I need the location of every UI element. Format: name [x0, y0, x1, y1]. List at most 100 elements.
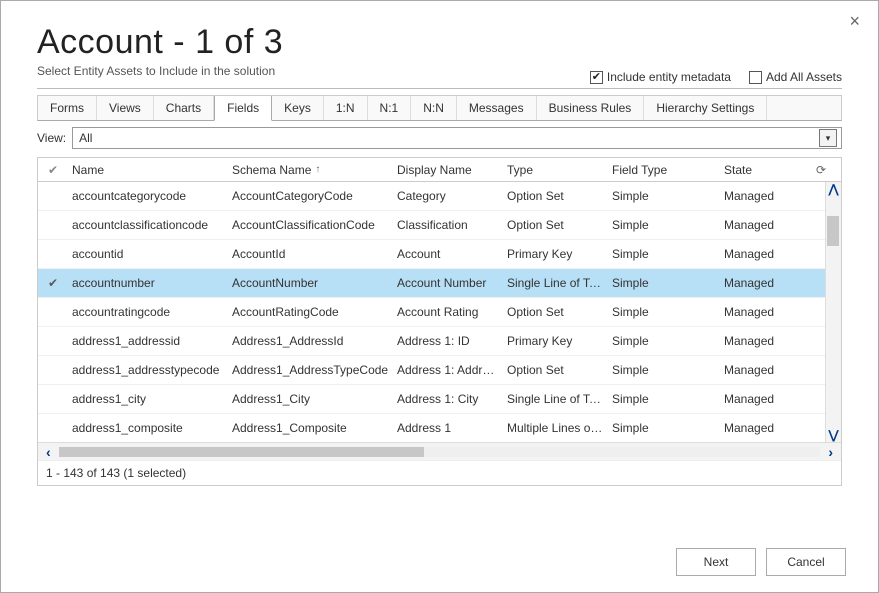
view-select[interactable]: All ▾	[72, 127, 842, 149]
cell-state: Managed	[720, 189, 800, 203]
cell-type: Option Set	[503, 189, 608, 203]
col-field-type[interactable]: Field Type	[608, 163, 720, 177]
vertical-scrollbar[interactable]: ⋀ ⋁	[825, 182, 841, 442]
add-all-assets-label: Add All Assets	[766, 70, 842, 84]
checkbox-icon	[590, 71, 603, 84]
sort-asc-icon: ↑	[315, 164, 320, 175]
cell-schema: Address1_AddressId	[228, 334, 393, 348]
include-metadata-label: Include entity metadata	[607, 70, 731, 84]
table-row[interactable]: accountclassificationcodeAccountClassifi…	[38, 211, 841, 240]
cell-field_type: Simple	[608, 189, 720, 203]
cell-display: Account	[393, 247, 503, 261]
cell-schema: Address1_City	[228, 392, 393, 406]
cell-field_type: Simple	[608, 305, 720, 319]
row-checkbox[interactable]: ✔	[38, 276, 68, 290]
col-schema[interactable]: Schema Name↑	[228, 163, 393, 177]
cell-state: Managed	[720, 421, 800, 435]
cell-display: Address 1: City	[393, 392, 503, 406]
cell-field_type: Simple	[608, 392, 720, 406]
cell-state: Managed	[720, 305, 800, 319]
table-row[interactable]: address1_compositeAddress1_CompositeAddr…	[38, 414, 841, 442]
tab-views[interactable]: Views	[97, 96, 154, 120]
cell-schema: AccountRatingCode	[228, 305, 393, 319]
scroll-up-icon[interactable]: ⋀	[827, 182, 841, 196]
cell-field_type: Simple	[608, 276, 720, 290]
tab-business-rules[interactable]: Business Rules	[537, 96, 645, 120]
include-metadata-checkbox[interactable]: Include entity metadata	[590, 70, 731, 84]
cell-display: Address 1	[393, 421, 503, 435]
cell-field_type: Simple	[608, 218, 720, 232]
scroll-thumb[interactable]	[827, 216, 839, 246]
tab-fields[interactable]: Fields	[214, 96, 272, 121]
table-row[interactable]: address1_addresstypecodeAddress1_Address…	[38, 356, 841, 385]
scroll-left-icon[interactable]: ‹	[46, 444, 51, 460]
col-display[interactable]: Display Name	[393, 163, 503, 177]
cell-state: Managed	[720, 276, 800, 290]
table-row[interactable]: accountratingcodeAccountRatingCodeAccoun…	[38, 298, 841, 327]
table-row[interactable]: address1_addressidAddress1_AddressIdAddr…	[38, 327, 841, 356]
cancel-button[interactable]: Cancel	[766, 548, 846, 576]
cell-type: Single Line of Text	[503, 392, 608, 406]
refresh-icon[interactable]: ⟳	[812, 163, 828, 177]
cell-name: accountid	[68, 247, 228, 261]
tab-1-n[interactable]: 1:N	[324, 96, 368, 120]
table-row[interactable]: address1_cityAddress1_CityAddress 1: Cit…	[38, 385, 841, 414]
cell-schema: AccountCategoryCode	[228, 189, 393, 203]
select-all-checkbox[interactable]: ✔	[38, 163, 68, 177]
cell-display: Classification	[393, 218, 503, 232]
tab-messages[interactable]: Messages	[457, 96, 537, 120]
cell-state: Managed	[720, 247, 800, 261]
tab-n-n[interactable]: N:N	[411, 96, 457, 120]
cell-type: Primary Key	[503, 334, 608, 348]
tab-n-1[interactable]: N:1	[368, 96, 412, 120]
page-title: Account - 1 of 3	[37, 23, 842, 62]
table-row[interactable]: accountidAccountIdAccountPrimary KeySimp…	[38, 240, 841, 269]
tab-charts[interactable]: Charts	[154, 96, 214, 120]
cell-display: Account Number	[393, 276, 503, 290]
cell-display: Address 1: ID	[393, 334, 503, 348]
cell-name: accountratingcode	[68, 305, 228, 319]
col-name[interactable]: Name	[68, 163, 228, 177]
checkbox-icon	[749, 71, 762, 84]
scroll-thumb[interactable]	[59, 447, 425, 457]
cell-name: address1_addresstypecode	[68, 363, 228, 377]
grid-body: accountcategorycodeAccountCategoryCodeCa…	[38, 182, 841, 442]
cell-field_type: Simple	[608, 363, 720, 377]
cell-field_type: Simple	[608, 421, 720, 435]
cell-name: address1_addressid	[68, 334, 228, 348]
horizontal-scrollbar[interactable]: ‹ ›	[38, 442, 841, 460]
scroll-track[interactable]	[59, 447, 821, 457]
view-value: All	[79, 131, 92, 145]
cell-type: Option Set	[503, 363, 608, 377]
cell-schema: AccountId	[228, 247, 393, 261]
cell-type: Primary Key	[503, 247, 608, 261]
cell-field_type: Simple	[608, 334, 720, 348]
col-type[interactable]: Type	[503, 163, 608, 177]
tab-keys[interactable]: Keys	[272, 96, 324, 120]
cell-state: Managed	[720, 334, 800, 348]
cell-schema: Address1_AddressTypeCode	[228, 363, 393, 377]
add-all-assets-checkbox[interactable]: Add All Assets	[749, 70, 842, 84]
table-row[interactable]: ✔accountnumberAccountNumberAccount Numbe…	[38, 269, 841, 298]
table-row[interactable]: accountcategorycodeAccountCategoryCodeCa…	[38, 182, 841, 211]
cell-display: Account Rating	[393, 305, 503, 319]
tab-hierarchy-settings[interactable]: Hierarchy Settings	[644, 96, 767, 120]
scroll-down-icon[interactable]: ⋁	[827, 428, 841, 442]
tabs-container: FormsViewsChartsFieldsKeys1:NN:1N:NMessa…	[37, 95, 842, 121]
close-icon[interactable]: ×	[849, 11, 860, 32]
cell-name: address1_composite	[68, 421, 228, 435]
view-label: View:	[37, 131, 66, 145]
next-button[interactable]: Next	[676, 548, 756, 576]
grid-header: ✔ Name Schema Name↑ Display Name Type Fi…	[38, 158, 841, 182]
cell-type: Single Line of Text	[503, 276, 608, 290]
status-bar: 1 - 143 of 143 (1 selected)	[38, 460, 841, 485]
cell-type: Option Set	[503, 218, 608, 232]
scroll-right-icon[interactable]: ›	[828, 444, 833, 460]
tab-forms[interactable]: Forms	[38, 96, 97, 120]
col-state[interactable]: State	[720, 163, 812, 177]
chevron-down-icon[interactable]: ▾	[819, 129, 837, 147]
cell-schema: AccountClassificationCode	[228, 218, 393, 232]
cell-schema: AccountNumber	[228, 276, 393, 290]
cell-name: accountcategorycode	[68, 189, 228, 203]
cell-state: Managed	[720, 363, 800, 377]
